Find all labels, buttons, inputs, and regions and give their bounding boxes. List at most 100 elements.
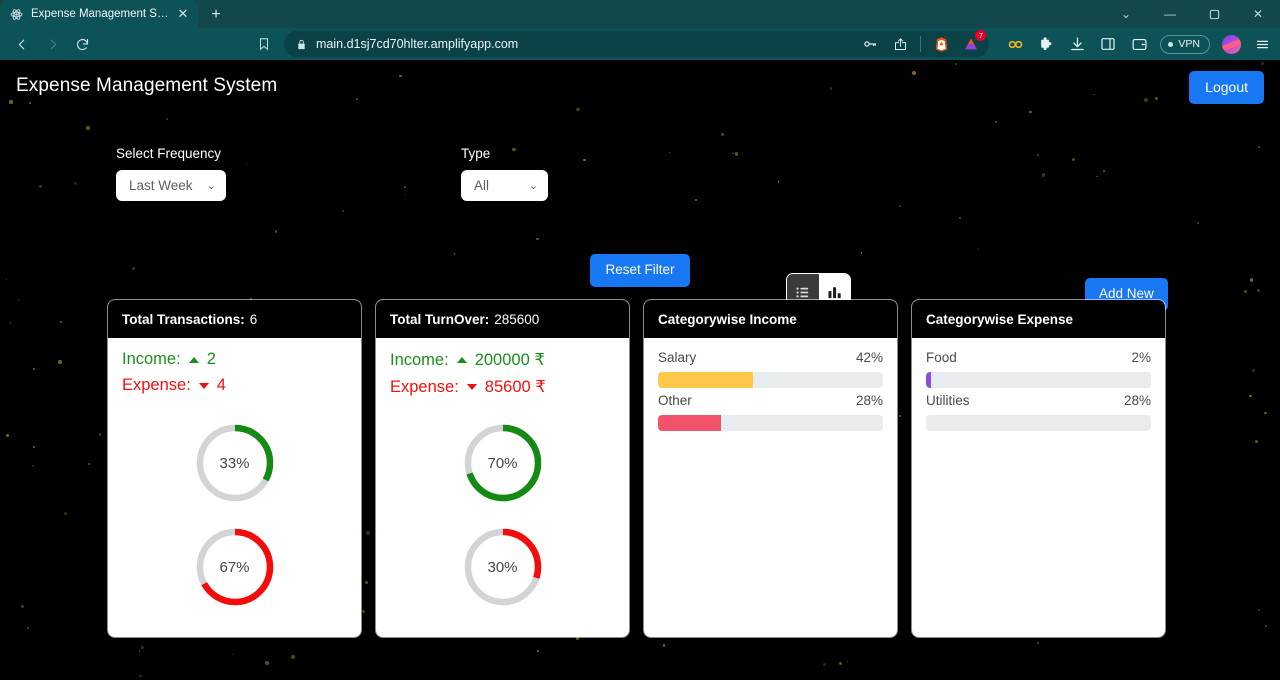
hamburger-menu-icon[interactable] bbox=[1252, 34, 1272, 54]
close-icon[interactable]: ✕ bbox=[1236, 0, 1280, 28]
bookmark-icon[interactable] bbox=[250, 31, 278, 57]
star-dot bbox=[1243, 289, 1247, 294]
app-header: Expense Management System Logout bbox=[0, 60, 1280, 112]
expense-row: Expense: 4 bbox=[122, 376, 347, 395]
reset-filter-row: Reset Filter bbox=[0, 254, 1280, 287]
donut-income-percent: 33% bbox=[194, 422, 276, 504]
category-label: Other bbox=[658, 393, 692, 408]
navigation-toolbar: main.d1sj7cd70hlter.amplifyapp.com 7 VPN bbox=[0, 28, 1280, 60]
category-percent: 28% bbox=[1123, 393, 1151, 408]
type-filter: Type All ⌄ bbox=[461, 146, 548, 201]
star-dot bbox=[846, 661, 849, 664]
divider bbox=[920, 36, 922, 52]
category-line: Salary 42% bbox=[658, 350, 883, 365]
filter-bar: Select Frequency Last Week ⌄ Type All ⌄ bbox=[0, 112, 1280, 311]
avatar-icon[interactable] bbox=[1221, 34, 1241, 54]
cards-row: Total Transactions: 6 Income: 2 Expense:… bbox=[0, 300, 1280, 637]
arrow-down-icon bbox=[198, 382, 209, 389]
category-bar-list: Food 2% Utilities 28% bbox=[926, 350, 1151, 431]
new-tab-button[interactable]: + bbox=[202, 2, 230, 28]
card-categorywise-income: Categorywise Income Salary 42% Other 28% bbox=[644, 300, 897, 637]
card-header: Total Transactions: 6 bbox=[108, 300, 361, 338]
brave-triangle-icon[interactable]: 7 bbox=[961, 30, 987, 54]
type-select[interactable]: All ⌄ bbox=[461, 170, 548, 201]
progress-fill bbox=[926, 372, 931, 388]
income-row: Income: 200000 ₹ bbox=[390, 350, 615, 370]
reset-filter-button[interactable]: Reset Filter bbox=[590, 254, 690, 287]
tab-search-chevron-down-icon[interactable]: ⌄ bbox=[1104, 0, 1148, 28]
browser-toolbar-icons: VPN bbox=[995, 34, 1272, 54]
donut-expense-percent: 67% bbox=[194, 526, 276, 608]
donut-label: 30% bbox=[487, 558, 518, 576]
expense-value: 85600 ₹ bbox=[484, 378, 546, 396]
star-dot bbox=[977, 248, 979, 250]
reload-icon[interactable] bbox=[68, 31, 96, 57]
progress-track bbox=[926, 372, 1151, 388]
expense-label: Expense: bbox=[122, 376, 191, 394]
star-dot bbox=[822, 662, 827, 667]
card-title: Total TurnOver: bbox=[390, 311, 490, 327]
minimize-icon[interactable]: — bbox=[1148, 0, 1192, 28]
donut-label: 67% bbox=[219, 558, 250, 576]
progress-track bbox=[658, 415, 883, 431]
frequency-value: Last Week bbox=[129, 178, 193, 193]
star-dot bbox=[1196, 222, 1199, 225]
type-value: All bbox=[474, 178, 490, 193]
star-dot bbox=[536, 650, 539, 652]
maximize-icon[interactable] bbox=[1192, 0, 1236, 28]
category-row: Utilities 28% bbox=[926, 393, 1151, 431]
income-label: Income: bbox=[122, 350, 181, 368]
card-header-value: 285600 bbox=[494, 311, 540, 327]
card-header: Total TurnOver: 285600 bbox=[376, 300, 629, 338]
card-title: Total Transactions: bbox=[122, 311, 245, 327]
category-row: Salary 42% bbox=[658, 350, 883, 388]
star-dot bbox=[536, 237, 539, 241]
download-icon[interactable] bbox=[1067, 34, 1087, 54]
card-body: Food 2% Utilities 28% bbox=[912, 338, 1165, 637]
frequency-select[interactable]: Last Week ⌄ bbox=[116, 170, 226, 201]
avatar bbox=[1221, 34, 1241, 54]
rewards-badge-count: 7 bbox=[975, 30, 987, 41]
category-label: Salary bbox=[658, 350, 697, 365]
expense-value: 4 bbox=[216, 376, 226, 394]
browser-tab[interactable]: Expense Management System ✕ bbox=[0, 0, 198, 28]
category-line: Utilities 28% bbox=[926, 393, 1151, 408]
share-icon[interactable] bbox=[890, 34, 910, 54]
star-dot bbox=[138, 674, 142, 678]
card-title: Categorywise Income bbox=[658, 311, 797, 327]
card-header: Categorywise Expense bbox=[912, 300, 1165, 338]
income-row: Income: 2 bbox=[122, 350, 347, 369]
star-dot bbox=[838, 662, 842, 666]
star-dot bbox=[141, 646, 145, 650]
logout-button[interactable]: Logout bbox=[1189, 71, 1264, 105]
star-dot bbox=[663, 644, 666, 647]
infinity-icon[interactable] bbox=[1005, 34, 1025, 54]
window-controls: ⌄ — ✕ bbox=[1104, 0, 1280, 28]
category-percent: 2% bbox=[1131, 350, 1151, 365]
tab-title: Expense Management System bbox=[31, 8, 169, 20]
vpn-icon[interactable]: VPN bbox=[1160, 34, 1210, 54]
category-percent: 42% bbox=[855, 350, 883, 365]
vpn-label: VPN bbox=[1178, 38, 1200, 50]
card-total-transactions: Total Transactions: 6 Income: 2 Expense:… bbox=[108, 300, 361, 637]
brave-lion-icon[interactable] bbox=[931, 34, 951, 54]
back-arrow-icon[interactable] bbox=[8, 31, 36, 57]
progress-fill bbox=[926, 415, 989, 431]
arrow-down-icon bbox=[466, 384, 477, 390]
wallet-icon[interactable] bbox=[1129, 34, 1149, 54]
type-label: Type bbox=[461, 146, 491, 161]
url-text: main.d1sj7cd70hlter.amplifyapp.com bbox=[316, 37, 519, 51]
vpn-status-dot bbox=[1168, 41, 1174, 47]
card-body: Income: 200000 ₹ Expense: 85600 ₹ 70% 30% bbox=[376, 338, 629, 637]
chevron-down-icon: ⌄ bbox=[528, 180, 538, 192]
card-total-turnover: Total TurnOver: 285600 Income: 200000 ₹ … bbox=[376, 300, 629, 637]
donut-charts: 33% 67% bbox=[108, 422, 361, 608]
panel-icon[interactable] bbox=[1098, 34, 1118, 54]
close-icon[interactable]: ✕ bbox=[176, 6, 190, 22]
card-header-value: 6 bbox=[249, 311, 258, 327]
card-body: Income: 2 Expense: 4 33% 67% bbox=[108, 338, 361, 637]
address-bar[interactable]: main.d1sj7cd70hlter.amplifyapp.com 7 bbox=[284, 30, 990, 57]
puzzle-icon[interactable] bbox=[1036, 34, 1056, 54]
progress-track bbox=[926, 415, 1151, 431]
key-icon[interactable] bbox=[860, 34, 880, 54]
